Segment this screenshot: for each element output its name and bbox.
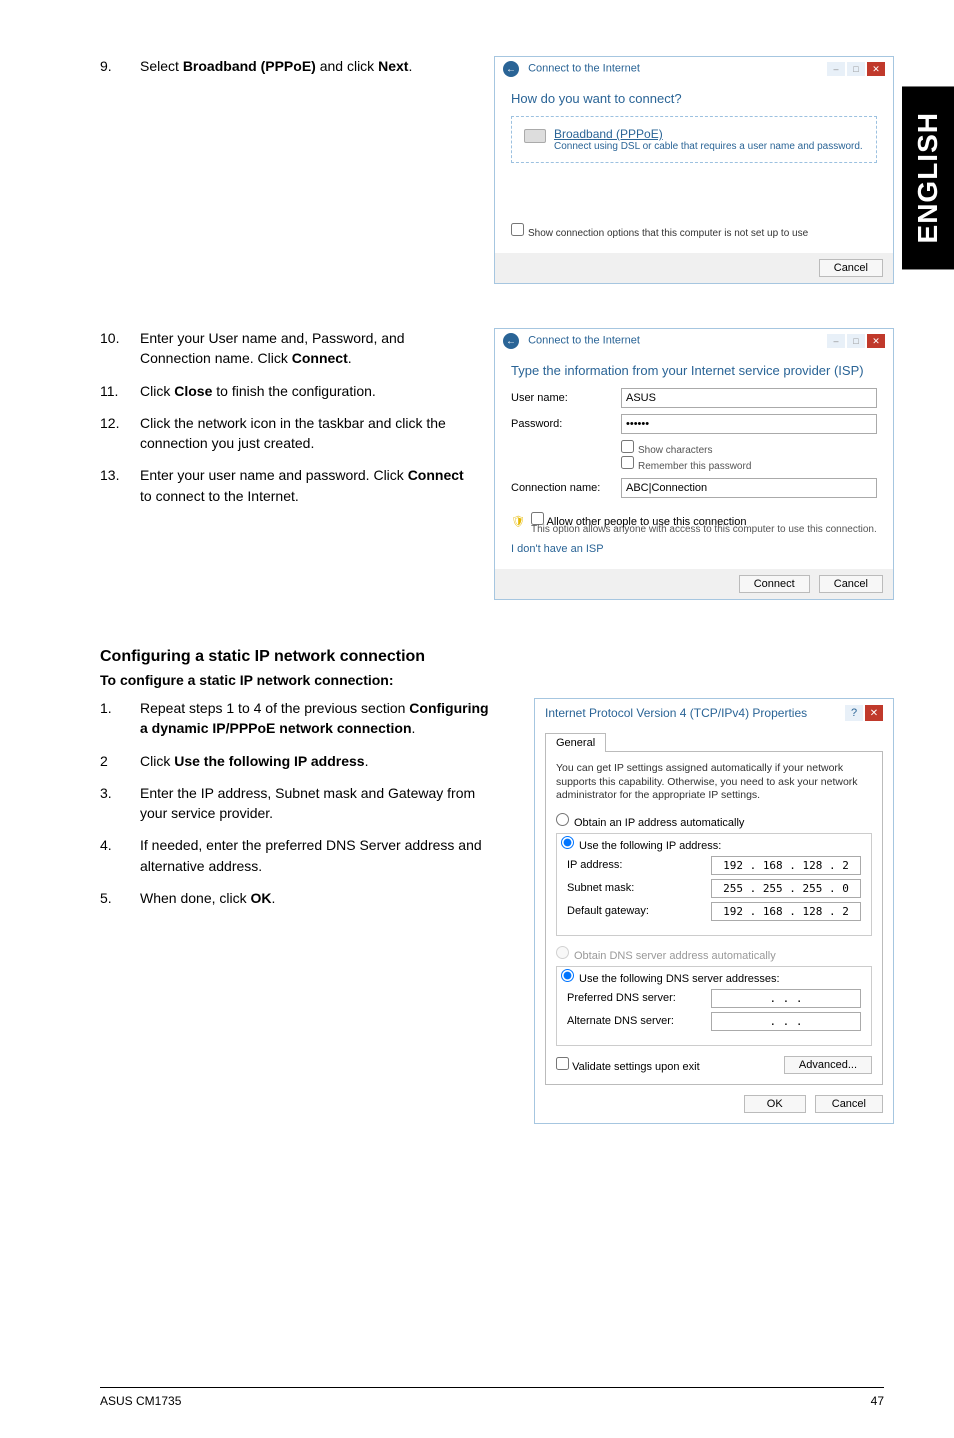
- show-chars-checkbox[interactable]: [621, 440, 634, 453]
- row-step9: 9. Select Broadband (PPPoE) and click Ne…: [100, 56, 894, 298]
- help-icon[interactable]: ?: [845, 705, 863, 721]
- minimize-icon[interactable]: –: [827, 62, 845, 76]
- dialog1-title: Connect to the Internet: [528, 63, 640, 75]
- close-icon[interactable]: ✕: [865, 705, 883, 721]
- dialog2-titlebar: ← Connect to the Internet – □ ✕: [495, 329, 893, 353]
- step-s2: 2 Click Use the following IP address.: [100, 751, 494, 771]
- maximize-icon[interactable]: □: [847, 334, 865, 348]
- obtain-dns-radio: [556, 946, 569, 959]
- page-content: 9. Select Broadband (PPPoE) and click Ne…: [0, 0, 954, 1154]
- obtain-ip-radio[interactable]: [556, 813, 569, 826]
- ok-button[interactable]: OK: [744, 1095, 806, 1113]
- row-steps10-13: 10. Enter your User name and, Password, …: [100, 328, 894, 614]
- connect-dialog-1: ← Connect to the Internet – □ ✕ How do y…: [494, 56, 894, 284]
- step-s4: 4. If needed, enter the preferred DNS Se…: [100, 835, 494, 876]
- step-12: 12. Click the network icon in the taskba…: [100, 413, 474, 454]
- close-icon[interactable]: ✕: [867, 62, 885, 76]
- footer-page: 47: [871, 1394, 884, 1408]
- step-s1: 1. Repeat steps 1 to 4 of the previous s…: [100, 698, 494, 739]
- show-options-checkbox[interactable]: [511, 223, 524, 236]
- cancel-button[interactable]: Cancel: [815, 1095, 883, 1113]
- password-label: Password:: [511, 418, 621, 430]
- use-dns-radio[interactable]: [561, 969, 574, 982]
- pdns-label: Preferred DNS server:: [567, 992, 676, 1004]
- back-icon[interactable]: ←: [503, 333, 519, 349]
- language-tab: ENGLISH: [902, 86, 954, 269]
- static-ip-title: Configuring a static IP network connecti…: [100, 648, 894, 666]
- step-9: 9. Select Broadband (PPPoE) and click Ne…: [100, 56, 474, 76]
- connect-dialog-2: ← Connect to the Internet – □ ✕ Type the…: [494, 328, 894, 600]
- minimize-icon[interactable]: –: [827, 334, 845, 348]
- step-s5: 5. When done, click OK.: [100, 888, 494, 908]
- maximize-icon[interactable]: □: [847, 62, 865, 76]
- broadband-title: Broadband (PPPoE): [554, 127, 863, 141]
- validate-checkbox[interactable]: [556, 1057, 569, 1070]
- modem-icon: [524, 129, 546, 143]
- dialog1-titlebar: ← Connect to the Internet – □ ✕: [495, 57, 893, 81]
- shield-icon: 🛡: [511, 516, 525, 528]
- show-options-row[interactable]: Show connection options that this comput…: [511, 223, 877, 239]
- pdns-input[interactable]: . . .: [711, 989, 861, 1008]
- step-11: 11. Click Close to finish the configurat…: [100, 381, 474, 401]
- step-text: Select Broadband (PPPoE) and click Next.: [140, 56, 474, 76]
- general-tab[interactable]: General: [545, 733, 606, 752]
- static-ip-fieldset: Use the following IP address: IP address…: [556, 833, 872, 936]
- connect-button[interactable]: Connect: [739, 575, 810, 593]
- advanced-button[interactable]: Advanced...: [784, 1056, 872, 1074]
- ipv4-dialog: Internet Protocol Version 4 (TCP/IPv4) P…: [534, 698, 894, 1124]
- conn-name-input[interactable]: [621, 478, 877, 498]
- step-10: 10. Enter your User name and, Password, …: [100, 328, 474, 369]
- broadband-option[interactable]: Broadband (PPPoE) Connect using DSL or c…: [511, 116, 877, 163]
- gateway-label: Default gateway:: [567, 905, 649, 917]
- row-static-steps: 1. Repeat steps 1 to 4 of the previous s…: [100, 698, 894, 1124]
- cancel-button[interactable]: Cancel: [819, 259, 883, 277]
- ipv4-titlebar: Internet Protocol Version 4 (TCP/IPv4) P…: [535, 699, 893, 727]
- step-number: 9.: [100, 56, 140, 76]
- adns-input[interactable]: . . .: [711, 1012, 861, 1031]
- username-label: User name:: [511, 392, 621, 404]
- cancel-button[interactable]: Cancel: [819, 575, 883, 593]
- page-footer: ASUS CM1735 47: [100, 1387, 884, 1408]
- back-icon[interactable]: ←: [503, 61, 519, 77]
- dialog2-title: Connect to the Internet: [528, 335, 640, 347]
- allow-other-desc: This option allows anyone with access to…: [531, 524, 877, 535]
- subnet-label: Subnet mask:: [567, 882, 634, 894]
- gateway-input[interactable]: 192 . 168 . 128 . 2: [711, 902, 861, 921]
- dialog2-heading: Type the information from your Internet …: [511, 363, 877, 378]
- password-input[interactable]: [621, 414, 877, 434]
- step-13: 13. Enter your user name and password. C…: [100, 465, 474, 506]
- ip-label: IP address:: [567, 859, 622, 871]
- remember-checkbox[interactable]: [621, 456, 634, 469]
- static-ip-subhead: To configure a static IP network connect…: [100, 672, 894, 688]
- ip-input[interactable]: 192 . 168 . 128 . 2: [711, 856, 861, 875]
- use-ip-radio[interactable]: [561, 836, 574, 849]
- step-s3: 3. Enter the IP address, Subnet mask and…: [100, 783, 494, 824]
- no-isp-link[interactable]: I don't have an ISP: [511, 543, 604, 555]
- broadband-desc: Connect using DSL or cable that requires…: [554, 141, 863, 152]
- subnet-input[interactable]: 255 . 255 . 255 . 0: [711, 879, 861, 898]
- username-input[interactable]: [621, 388, 877, 408]
- close-icon[interactable]: ✕: [867, 334, 885, 348]
- dialog1-heading: How do you want to connect?: [511, 91, 877, 106]
- ipv4-desc: You can get IP settings assigned automat…: [556, 762, 872, 803]
- conn-name-label: Connection name:: [511, 482, 621, 494]
- footer-model: ASUS CM1735: [100, 1394, 181, 1408]
- dns-fieldset: Use the following DNS server addresses: …: [556, 966, 872, 1046]
- adns-label: Alternate DNS server:: [567, 1015, 674, 1027]
